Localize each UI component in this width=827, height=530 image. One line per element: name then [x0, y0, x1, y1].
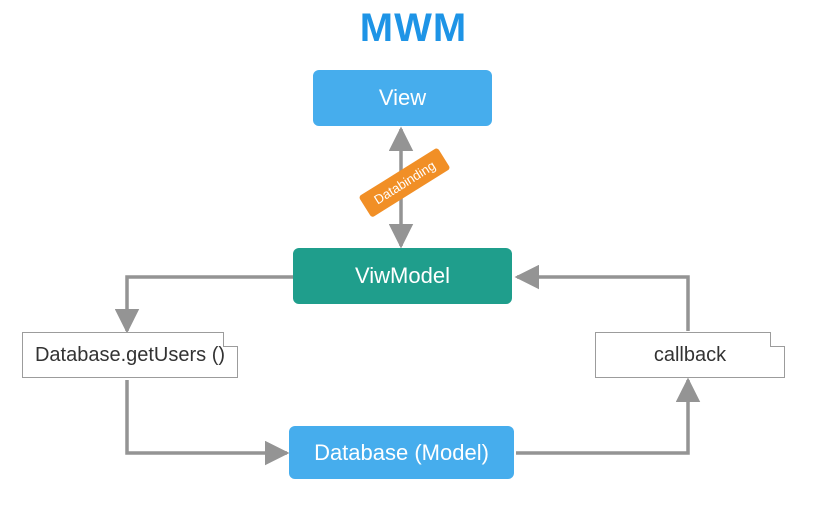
databinding-tag: Databinding — [358, 147, 450, 218]
node-viewmodel-label: ViwModel — [355, 263, 450, 289]
node-getusers-label: Database.getUsers () — [35, 344, 225, 367]
node-database-label: Database (Model) — [314, 440, 489, 466]
node-view: View — [313, 70, 492, 126]
node-view-label: View — [379, 85, 426, 111]
arrow-callback-to-viewmodel — [517, 277, 688, 331]
node-database: Database (Model) — [289, 426, 514, 479]
databinding-tag-label: Databinding — [371, 158, 438, 207]
arrow-database-to-callback — [516, 380, 688, 453]
node-callback: callback — [595, 332, 785, 378]
diagram-title: MWM — [0, 6, 827, 51]
node-viewmodel: ViwModel — [293, 248, 512, 304]
arrow-getusers-to-database — [127, 380, 287, 453]
arrow-viewmodel-to-getusers — [127, 277, 293, 331]
node-getusers: Database.getUsers () — [22, 332, 238, 378]
node-callback-label: callback — [654, 344, 726, 367]
